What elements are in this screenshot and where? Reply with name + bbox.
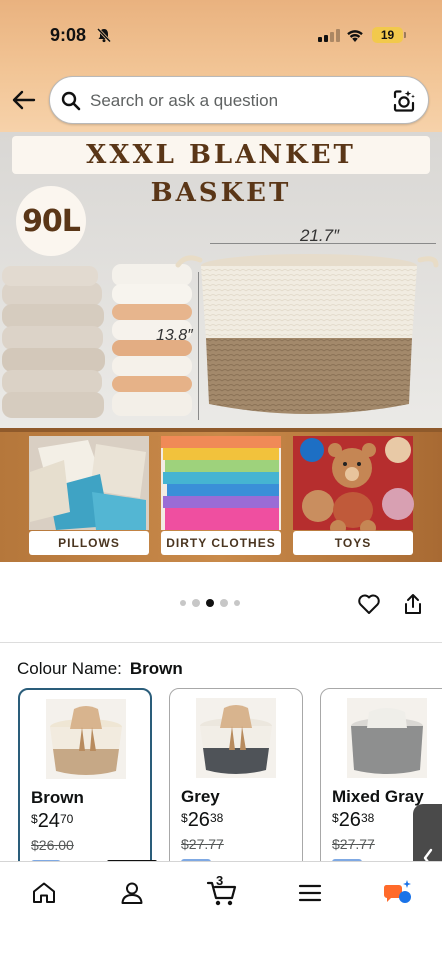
home-icon — [33, 882, 55, 903]
cellular-signal-icon — [318, 29, 340, 42]
pagination-dot[interactable] — [192, 599, 200, 607]
nav-account[interactable] — [112, 878, 152, 908]
price-currency: $ — [31, 812, 38, 826]
price-whole: 26 — [187, 809, 210, 831]
volume-badge: 90L — [16, 186, 86, 256]
silent-bell-icon — [96, 27, 112, 43]
bottom-navigation: 3 — [0, 861, 442, 960]
brown-basket-thumbnail — [46, 699, 126, 779]
colour-option-grey[interactable]: Grey $ 26 38 $27.77 — [169, 688, 303, 878]
colour-option-brown[interactable]: Brown $ 24 70 $26.00 — [18, 688, 152, 878]
battery-indicator: 19 — [372, 27, 403, 43]
swatch-thumbnail — [196, 698, 276, 778]
back-arrow-icon — [12, 90, 36, 110]
mixed-gray-basket-thumbnail — [347, 698, 427, 778]
cart-count-badge: 3 — [216, 873, 224, 888]
pagination-dot[interactable] — [180, 600, 186, 606]
use-case-label-dirty-clothes: DIRTY CLOTHES — [161, 531, 281, 555]
price-fraction: 38 — [360, 811, 375, 825]
swatch-was-price: $27.77 — [332, 836, 375, 852]
share-icon[interactable] — [402, 592, 424, 616]
swatch-was-price: $27.77 — [181, 836, 224, 852]
swatch-name: Grey — [181, 787, 220, 806]
nav-home[interactable] — [24, 878, 64, 908]
camera-lens-icon[interactable] — [391, 88, 417, 114]
volume-label: 90L — [22, 203, 81, 239]
swatch-was-price: $26.00 — [31, 837, 74, 853]
price-currency: $ — [332, 811, 339, 825]
pagination-dot-active[interactable] — [206, 599, 214, 607]
search-bar[interactable] — [49, 76, 429, 124]
back-button[interactable] — [10, 86, 38, 114]
price-currency: $ — [181, 811, 188, 825]
swatch-name: Mixed Gray — [332, 787, 424, 806]
wifi-icon — [347, 30, 363, 42]
nav-cart[interactable]: 3 — [200, 873, 244, 908]
search-icon — [61, 91, 81, 111]
swatch-thumbnail — [347, 698, 427, 778]
swatch-thumbnail — [46, 699, 126, 779]
height-dimension-line — [198, 272, 199, 420]
colour-name-row: Colour Name: Brown — [17, 659, 183, 679]
price-whole: 24 — [37, 810, 60, 832]
section-divider — [0, 642, 442, 643]
search-input[interactable] — [90, 88, 380, 114]
product-image-gallery[interactable]: XXXL BLANKET BASKET 90L 21.7″ 13.8″ PILL… — [0, 132, 442, 562]
ai-assistant-icon — [383, 880, 411, 903]
price-whole: 26 — [338, 809, 361, 831]
use-case-label-toys: TOYS — [293, 531, 413, 555]
colour-name-label: Colour Name: — [17, 659, 122, 678]
status-time: 9:08 — [50, 25, 87, 45]
swatch-price: $ 24 70 — [31, 810, 73, 832]
nav-menu[interactable] — [290, 878, 330, 908]
menu-icon — [298, 884, 322, 902]
battery-cap — [404, 32, 406, 38]
nav-ai-assistant[interactable] — [378, 878, 418, 908]
use-case-label-pillows: PILLOWS — [29, 531, 149, 555]
colour-name-value: Brown — [129, 659, 183, 678]
pagination-dot[interactable] — [234, 600, 240, 606]
grey-basket-thumbnail — [196, 698, 276, 778]
price-fraction: 70 — [59, 812, 74, 826]
swatch-name: Brown — [31, 788, 84, 807]
pagination-dot[interactable] — [220, 599, 228, 607]
swatch-price: $ 26 38 — [181, 809, 223, 831]
heart-icon[interactable] — [357, 592, 381, 616]
height-dimension-label: 13.8″ — [156, 327, 193, 344]
gallery-pagination[interactable] — [180, 599, 240, 607]
price-fraction: 38 — [209, 811, 224, 825]
width-dimension-label: 21.7″ — [300, 226, 340, 245]
image-banner-title: XXXL BLANKET BASKET — [12, 136, 430, 208]
person-icon — [121, 882, 143, 904]
app-header: 9:08 19 — [0, 0, 442, 132]
swatch-price: $ 26 38 — [332, 809, 374, 831]
